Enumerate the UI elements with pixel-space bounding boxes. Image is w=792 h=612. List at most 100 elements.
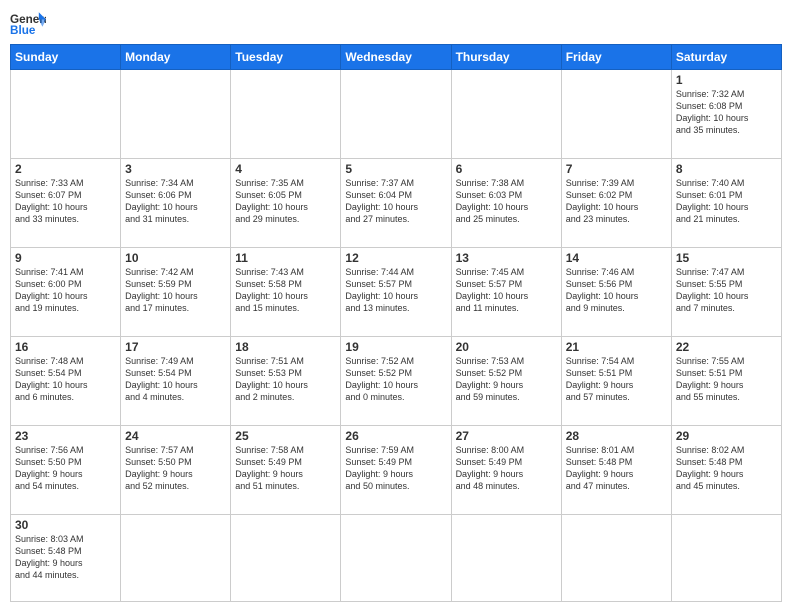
day-number: 24 <box>125 429 226 443</box>
day-number: 6 <box>456 162 557 176</box>
day-number: 14 <box>566 251 667 265</box>
weekday-saturday: Saturday <box>671 45 781 70</box>
day-info: Sunrise: 7:57 AM Sunset: 5:50 PM Dayligh… <box>125 444 226 493</box>
calendar-cell: 1Sunrise: 7:32 AM Sunset: 6:08 PM Daylig… <box>671 70 781 159</box>
calendar-cell <box>121 70 231 159</box>
calendar-cell: 27Sunrise: 8:00 AM Sunset: 5:49 PM Dayli… <box>451 425 561 514</box>
calendar-week-2: 9Sunrise: 7:41 AM Sunset: 6:00 PM Daylig… <box>11 247 782 336</box>
day-number: 13 <box>456 251 557 265</box>
weekday-friday: Friday <box>561 45 671 70</box>
calendar-cell: 10Sunrise: 7:42 AM Sunset: 5:59 PM Dayli… <box>121 247 231 336</box>
day-info: Sunrise: 7:38 AM Sunset: 6:03 PM Dayligh… <box>456 177 557 226</box>
calendar-week-4: 23Sunrise: 7:56 AM Sunset: 5:50 PM Dayli… <box>11 425 782 514</box>
calendar-cell: 25Sunrise: 7:58 AM Sunset: 5:49 PM Dayli… <box>231 425 341 514</box>
calendar-cell: 7Sunrise: 7:39 AM Sunset: 6:02 PM Daylig… <box>561 158 671 247</box>
calendar-cell: 17Sunrise: 7:49 AM Sunset: 5:54 PM Dayli… <box>121 336 231 425</box>
day-info: Sunrise: 7:54 AM Sunset: 5:51 PM Dayligh… <box>566 355 667 404</box>
day-number: 11 <box>235 251 336 265</box>
day-info: Sunrise: 8:00 AM Sunset: 5:49 PM Dayligh… <box>456 444 557 493</box>
day-info: Sunrise: 7:52 AM Sunset: 5:52 PM Dayligh… <box>345 355 446 404</box>
calendar-cell: 5Sunrise: 7:37 AM Sunset: 6:04 PM Daylig… <box>341 158 451 247</box>
header: General Blue <box>10 10 782 38</box>
day-info: Sunrise: 7:43 AM Sunset: 5:58 PM Dayligh… <box>235 266 336 315</box>
day-number: 25 <box>235 429 336 443</box>
calendar-cell <box>121 514 231 601</box>
day-info: Sunrise: 7:53 AM Sunset: 5:52 PM Dayligh… <box>456 355 557 404</box>
logo-icon: General Blue <box>10 10 46 38</box>
day-number: 16 <box>15 340 116 354</box>
day-info: Sunrise: 7:42 AM Sunset: 5:59 PM Dayligh… <box>125 266 226 315</box>
calendar: SundayMondayTuesdayWednesdayThursdayFrid… <box>10 44 782 602</box>
day-number: 15 <box>676 251 777 265</box>
calendar-week-5: 30Sunrise: 8:03 AM Sunset: 5:48 PM Dayli… <box>11 514 782 601</box>
day-number: 18 <box>235 340 336 354</box>
day-number: 8 <box>676 162 777 176</box>
day-number: 4 <box>235 162 336 176</box>
calendar-cell: 24Sunrise: 7:57 AM Sunset: 5:50 PM Dayli… <box>121 425 231 514</box>
calendar-cell: 6Sunrise: 7:38 AM Sunset: 6:03 PM Daylig… <box>451 158 561 247</box>
calendar-cell <box>231 514 341 601</box>
weekday-tuesday: Tuesday <box>231 45 341 70</box>
calendar-cell: 4Sunrise: 7:35 AM Sunset: 6:05 PM Daylig… <box>231 158 341 247</box>
calendar-cell: 18Sunrise: 7:51 AM Sunset: 5:53 PM Dayli… <box>231 336 341 425</box>
day-info: Sunrise: 7:41 AM Sunset: 6:00 PM Dayligh… <box>15 266 116 315</box>
day-number: 26 <box>345 429 446 443</box>
day-info: Sunrise: 7:49 AM Sunset: 5:54 PM Dayligh… <box>125 355 226 404</box>
day-number: 27 <box>456 429 557 443</box>
calendar-cell <box>561 70 671 159</box>
calendar-cell: 28Sunrise: 8:01 AM Sunset: 5:48 PM Dayli… <box>561 425 671 514</box>
calendar-cell <box>341 70 451 159</box>
calendar-week-1: 2Sunrise: 7:33 AM Sunset: 6:07 PM Daylig… <box>11 158 782 247</box>
svg-text:Blue: Blue <box>10 24 36 37</box>
day-number: 7 <box>566 162 667 176</box>
calendar-cell: 2Sunrise: 7:33 AM Sunset: 6:07 PM Daylig… <box>11 158 121 247</box>
calendar-cell <box>671 514 781 601</box>
weekday-sunday: Sunday <box>11 45 121 70</box>
calendar-cell <box>451 514 561 601</box>
weekday-wednesday: Wednesday <box>341 45 451 70</box>
day-info: Sunrise: 7:32 AM Sunset: 6:08 PM Dayligh… <box>676 88 777 137</box>
calendar-cell <box>11 70 121 159</box>
day-number: 22 <box>676 340 777 354</box>
calendar-cell: 23Sunrise: 7:56 AM Sunset: 5:50 PM Dayli… <box>11 425 121 514</box>
calendar-cell: 21Sunrise: 7:54 AM Sunset: 5:51 PM Dayli… <box>561 336 671 425</box>
day-info: Sunrise: 7:33 AM Sunset: 6:07 PM Dayligh… <box>15 177 116 226</box>
weekday-thursday: Thursday <box>451 45 561 70</box>
day-number: 29 <box>676 429 777 443</box>
calendar-week-0: 1Sunrise: 7:32 AM Sunset: 6:08 PM Daylig… <box>11 70 782 159</box>
day-number: 5 <box>345 162 446 176</box>
calendar-cell: 26Sunrise: 7:59 AM Sunset: 5:49 PM Dayli… <box>341 425 451 514</box>
day-number: 28 <box>566 429 667 443</box>
calendar-cell: 19Sunrise: 7:52 AM Sunset: 5:52 PM Dayli… <box>341 336 451 425</box>
calendar-cell: 9Sunrise: 7:41 AM Sunset: 6:00 PM Daylig… <box>11 247 121 336</box>
day-info: Sunrise: 7:51 AM Sunset: 5:53 PM Dayligh… <box>235 355 336 404</box>
day-number: 9 <box>15 251 116 265</box>
calendar-cell <box>341 514 451 601</box>
calendar-cell: 8Sunrise: 7:40 AM Sunset: 6:01 PM Daylig… <box>671 158 781 247</box>
day-info: Sunrise: 7:37 AM Sunset: 6:04 PM Dayligh… <box>345 177 446 226</box>
day-number: 19 <box>345 340 446 354</box>
day-number: 1 <box>676 73 777 87</box>
day-number: 21 <box>566 340 667 354</box>
calendar-cell: 22Sunrise: 7:55 AM Sunset: 5:51 PM Dayli… <box>671 336 781 425</box>
calendar-week-3: 16Sunrise: 7:48 AM Sunset: 5:54 PM Dayli… <box>11 336 782 425</box>
calendar-cell: 13Sunrise: 7:45 AM Sunset: 5:57 PM Dayli… <box>451 247 561 336</box>
day-info: Sunrise: 7:45 AM Sunset: 5:57 PM Dayligh… <box>456 266 557 315</box>
day-info: Sunrise: 8:01 AM Sunset: 5:48 PM Dayligh… <box>566 444 667 493</box>
day-info: Sunrise: 7:46 AM Sunset: 5:56 PM Dayligh… <box>566 266 667 315</box>
calendar-cell <box>231 70 341 159</box>
day-number: 20 <box>456 340 557 354</box>
day-info: Sunrise: 7:48 AM Sunset: 5:54 PM Dayligh… <box>15 355 116 404</box>
day-number: 12 <box>345 251 446 265</box>
calendar-cell: 30Sunrise: 8:03 AM Sunset: 5:48 PM Dayli… <box>11 514 121 601</box>
calendar-cell: 12Sunrise: 7:44 AM Sunset: 5:57 PM Dayli… <box>341 247 451 336</box>
logo: General Blue <box>10 10 46 38</box>
day-info: Sunrise: 7:56 AM Sunset: 5:50 PM Dayligh… <box>15 444 116 493</box>
page: General Blue SundayMondayTuesdayWednesda… <box>0 0 792 612</box>
calendar-cell: 14Sunrise: 7:46 AM Sunset: 5:56 PM Dayli… <box>561 247 671 336</box>
calendar-cell: 16Sunrise: 7:48 AM Sunset: 5:54 PM Dayli… <box>11 336 121 425</box>
weekday-monday: Monday <box>121 45 231 70</box>
day-info: Sunrise: 7:58 AM Sunset: 5:49 PM Dayligh… <box>235 444 336 493</box>
day-number: 30 <box>15 518 116 532</box>
day-info: Sunrise: 7:55 AM Sunset: 5:51 PM Dayligh… <box>676 355 777 404</box>
